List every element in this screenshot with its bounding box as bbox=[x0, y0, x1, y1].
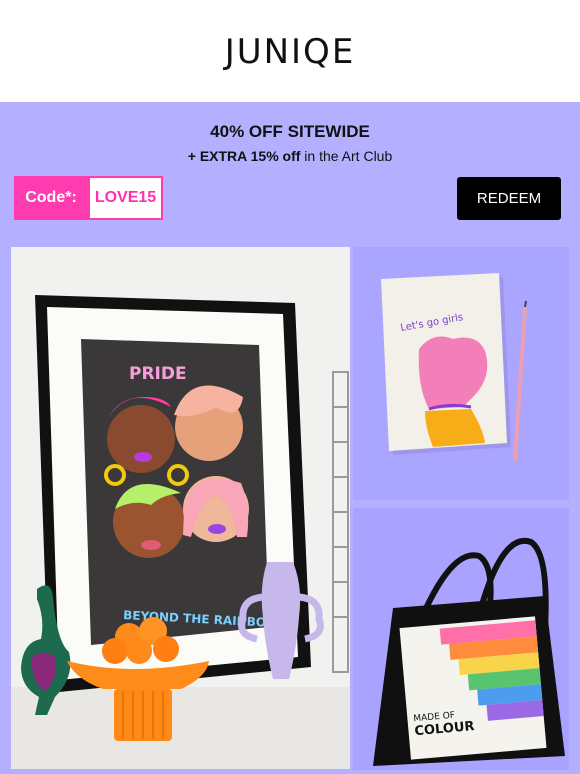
code-label: Code*: bbox=[14, 176, 88, 220]
redeem-button[interactable]: REDEEM bbox=[457, 177, 561, 220]
promo-banner: 40% OFF SITEWIDE + EXTRA 15% off in the … bbox=[0, 102, 580, 238]
promo-extra-rest: in the Art Club bbox=[300, 148, 393, 164]
notebook-product-image[interactable]: Let's go girls bbox=[353, 247, 569, 500]
code-value[interactable]: LOVE15 bbox=[88, 176, 163, 220]
poster-product-image[interactable]: PRIDE BEYOND THE RAINBOW bbox=[11, 247, 350, 769]
promo-extra-bold: + EXTRA 15% off bbox=[187, 148, 301, 164]
tote-bag-product-image[interactable]: MADE OF COLOUR bbox=[353, 508, 569, 770]
promo-subline: + EXTRA 15% off in the Art Club bbox=[0, 148, 580, 164]
promo-headline: 40% OFF SITEWIDE bbox=[210, 122, 370, 141]
poster-title-text: PRIDE bbox=[129, 364, 187, 384]
promo-code-box: Code*: LOVE15 bbox=[14, 176, 163, 220]
brand-logo[interactable]: JUNIQE bbox=[225, 32, 356, 72]
email-header: JUNIQE bbox=[0, 0, 580, 102]
product-grid: PRIDE BEYOND THE RAINBOW Let's go girls … bbox=[0, 238, 580, 774]
